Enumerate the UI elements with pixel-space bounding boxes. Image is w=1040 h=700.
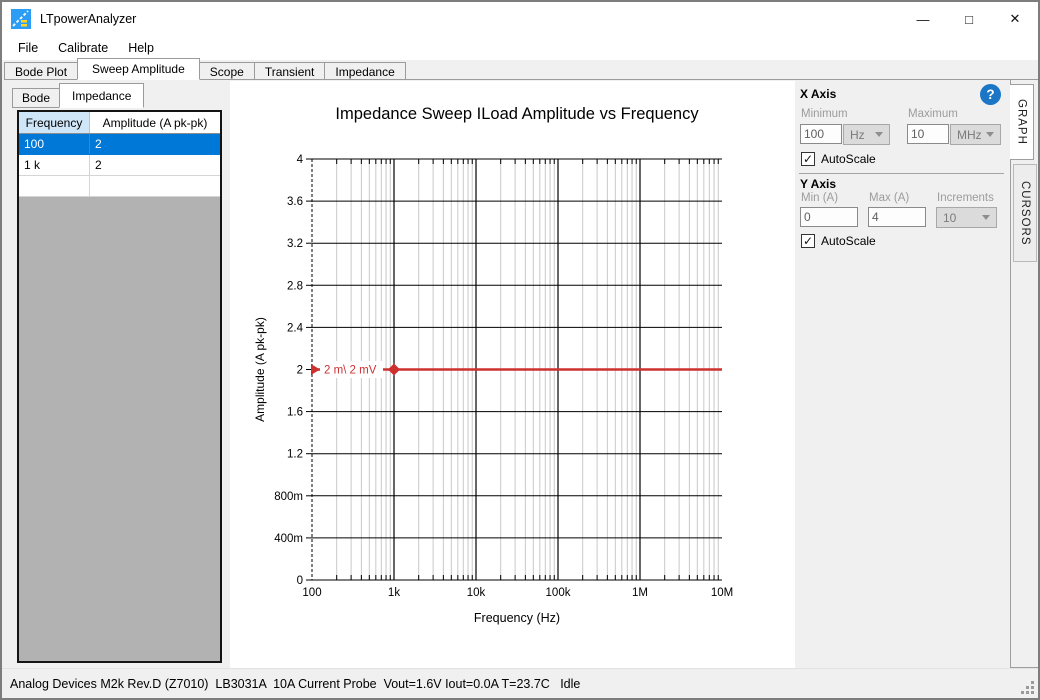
cell-amplitude[interactable]: 2: [90, 134, 220, 154]
chevron-down-icon: [875, 132, 883, 137]
series-iload: 2 m\ 2 mV: [311, 361, 722, 378]
svg-text:3.2: 3.2: [287, 238, 303, 250]
svg-text:2: 2: [297, 365, 303, 377]
svg-text:1M: 1M: [632, 587, 648, 599]
series-start-marker: [311, 364, 320, 375]
x-maximum-label: Maximum: [908, 108, 958, 120]
svg-text:800m: 800m: [274, 491, 303, 503]
frequency-table: FrequencyAmplitude (A pk-pk) 10021 k2: [17, 110, 222, 663]
x-minimum-input[interactable]: [800, 124, 842, 144]
tab-sweep-amplitude[interactable]: Sweep Amplitude: [77, 58, 200, 80]
checkbox-check-icon: ✓: [801, 234, 815, 248]
x-minimum-label: Minimum: [801, 108, 848, 120]
cell-amplitude[interactable]: [90, 176, 220, 196]
x-minimum-unit-select[interactable]: Hz: [843, 124, 890, 145]
column-header-frequency[interactable]: Frequency: [19, 112, 90, 133]
svg-text:100: 100: [302, 587, 321, 599]
status-text: Analog Devices M2k Rev.D (Z7010) LB3031A…: [10, 677, 580, 691]
table-rows: 10021 k2: [19, 134, 220, 197]
menu-bar: FileCalibrateHelp: [2, 36, 1038, 60]
y-min-input[interactable]: [800, 207, 858, 227]
y-increments-label: Increments: [937, 192, 994, 204]
resize-grip-icon[interactable]: [1021, 681, 1034, 694]
close-button[interactable]: ✕: [992, 2, 1038, 36]
svg-text:1.2: 1.2: [287, 449, 303, 461]
tab-bode-plot[interactable]: Bode Plot: [4, 62, 78, 79]
tab-scope[interactable]: Scope: [199, 62, 255, 79]
chevron-down-icon: [986, 132, 994, 137]
svg-text:1k: 1k: [388, 587, 400, 599]
y-increments-select[interactable]: 10: [936, 207, 997, 228]
x-axis-section-title: X Axis: [800, 87, 836, 101]
tab-transient[interactable]: Transient: [254, 62, 326, 79]
x-minimum-unit-value: Hz: [850, 128, 865, 142]
side-tab-graph[interactable]: GRAPH: [1010, 84, 1034, 160]
minimize-button[interactable]: —: [900, 2, 946, 36]
y-increments-value: 10: [943, 211, 956, 225]
app-icon: [11, 9, 31, 29]
cell-frequency[interactable]: 1 k: [19, 155, 90, 175]
menu-calibrate[interactable]: Calibrate: [48, 38, 118, 58]
checkbox-check-icon: ✓: [801, 152, 815, 166]
impedance-chart[interactable]: 0 400m 800m 1.2 1.6 2 2.4 2.8 3.2 3.6 4 100 1k 10k 100…: [230, 81, 795, 668]
window-controls: — □ ✕: [900, 2, 1038, 36]
chart-title: Impedance Sweep ILoad Amplitude vs Frequ…: [335, 105, 699, 123]
svg-text:400m: 400m: [274, 533, 303, 545]
svg-text:3.6: 3.6: [287, 196, 303, 208]
section-divider: [799, 173, 1004, 174]
tab-impedance[interactable]: Impedance: [324, 62, 405, 79]
x-axis-title: Frequency (Hz): [474, 611, 560, 625]
help-icon[interactable]: ?: [980, 84, 1001, 105]
y-autoscale-label: AutoScale: [821, 234, 876, 248]
cell-frequency[interactable]: [19, 176, 90, 196]
y-autoscale-checkbox[interactable]: ✓ AutoScale: [801, 234, 876, 248]
y-max-input[interactable]: [868, 207, 926, 227]
subtab-impedance[interactable]: Impedance: [59, 83, 144, 108]
table-row[interactable]: [19, 176, 220, 197]
help-icon-glyph: ?: [986, 87, 994, 102]
y-min-label: Min (A): [801, 192, 838, 204]
svg-text:100k: 100k: [546, 587, 571, 599]
svg-text:4: 4: [297, 154, 304, 166]
y-axis-title: Amplitude (A pk-pk): [253, 317, 267, 422]
maximize-button[interactable]: □: [946, 2, 992, 36]
svg-text:1.6: 1.6: [287, 407, 303, 419]
x-maximum-unit-select[interactable]: MHz: [950, 124, 1001, 145]
table-header: FrequencyAmplitude (A pk-pk): [19, 112, 220, 134]
chart-area: 0 400m 800m 1.2 1.6 2 2.4 2.8 3.2 3.6 4 100 1k 10k 100…: [230, 81, 795, 668]
series-annotation: 2 m\ 2 mV: [324, 365, 377, 377]
svg-text:2.4: 2.4: [287, 322, 304, 334]
y-axis-section-title: Y Axis: [800, 177, 836, 191]
status-bar: Analog Devices M2k Rev.D (Z7010) LB3031A…: [2, 668, 1038, 698]
table-row[interactable]: 1002: [19, 134, 220, 155]
y-max-label: Max (A): [869, 192, 909, 204]
main-tab-strip: Bode PlotSweep AmplitudeScopeTransientIm…: [4, 59, 1038, 80]
side-tab-cursors[interactable]: CURSORS: [1013, 164, 1037, 262]
content-area: BodeImpedance FrequencyAmplitude (A pk-p…: [2, 80, 1038, 669]
app-window: LTpowerAnalyzer — □ ✕ FileCalibrateHelp …: [0, 0, 1040, 700]
window-title: LTpowerAnalyzer: [40, 12, 136, 26]
svg-text:0: 0: [297, 575, 303, 587]
svg-text:10k: 10k: [467, 587, 486, 599]
side-tab-strip: GRAPH CURSORS: [1010, 80, 1038, 668]
sub-tab-strip: BodeImpedance: [12, 82, 143, 108]
x-maximum-input[interactable]: [907, 124, 949, 144]
menu-help[interactable]: Help: [118, 38, 164, 58]
menu-file[interactable]: File: [8, 38, 48, 58]
svg-text:2.8: 2.8: [287, 280, 303, 292]
cell-amplitude[interactable]: 2: [90, 155, 220, 175]
chevron-down-icon: [982, 215, 990, 220]
x-autoscale-checkbox[interactable]: ✓ AutoScale: [801, 152, 876, 166]
title-bar: LTpowerAnalyzer — □ ✕: [2, 2, 1038, 36]
table-row[interactable]: 1 k2: [19, 155, 220, 176]
svg-text:10M: 10M: [711, 587, 733, 599]
x-maximum-unit-value: MHz: [957, 128, 982, 142]
axis-settings-panel: X Axis ? Minimum Maximum Hz MHz ✓ AutoSc…: [797, 80, 1010, 669]
x-autoscale-label: AutoScale: [821, 152, 876, 166]
column-header-amplitude-a-pk-pk[interactable]: Amplitude (A pk-pk): [90, 112, 220, 133]
cell-frequency[interactable]: 100: [19, 134, 90, 154]
subtab-bode[interactable]: Bode: [12, 88, 60, 108]
